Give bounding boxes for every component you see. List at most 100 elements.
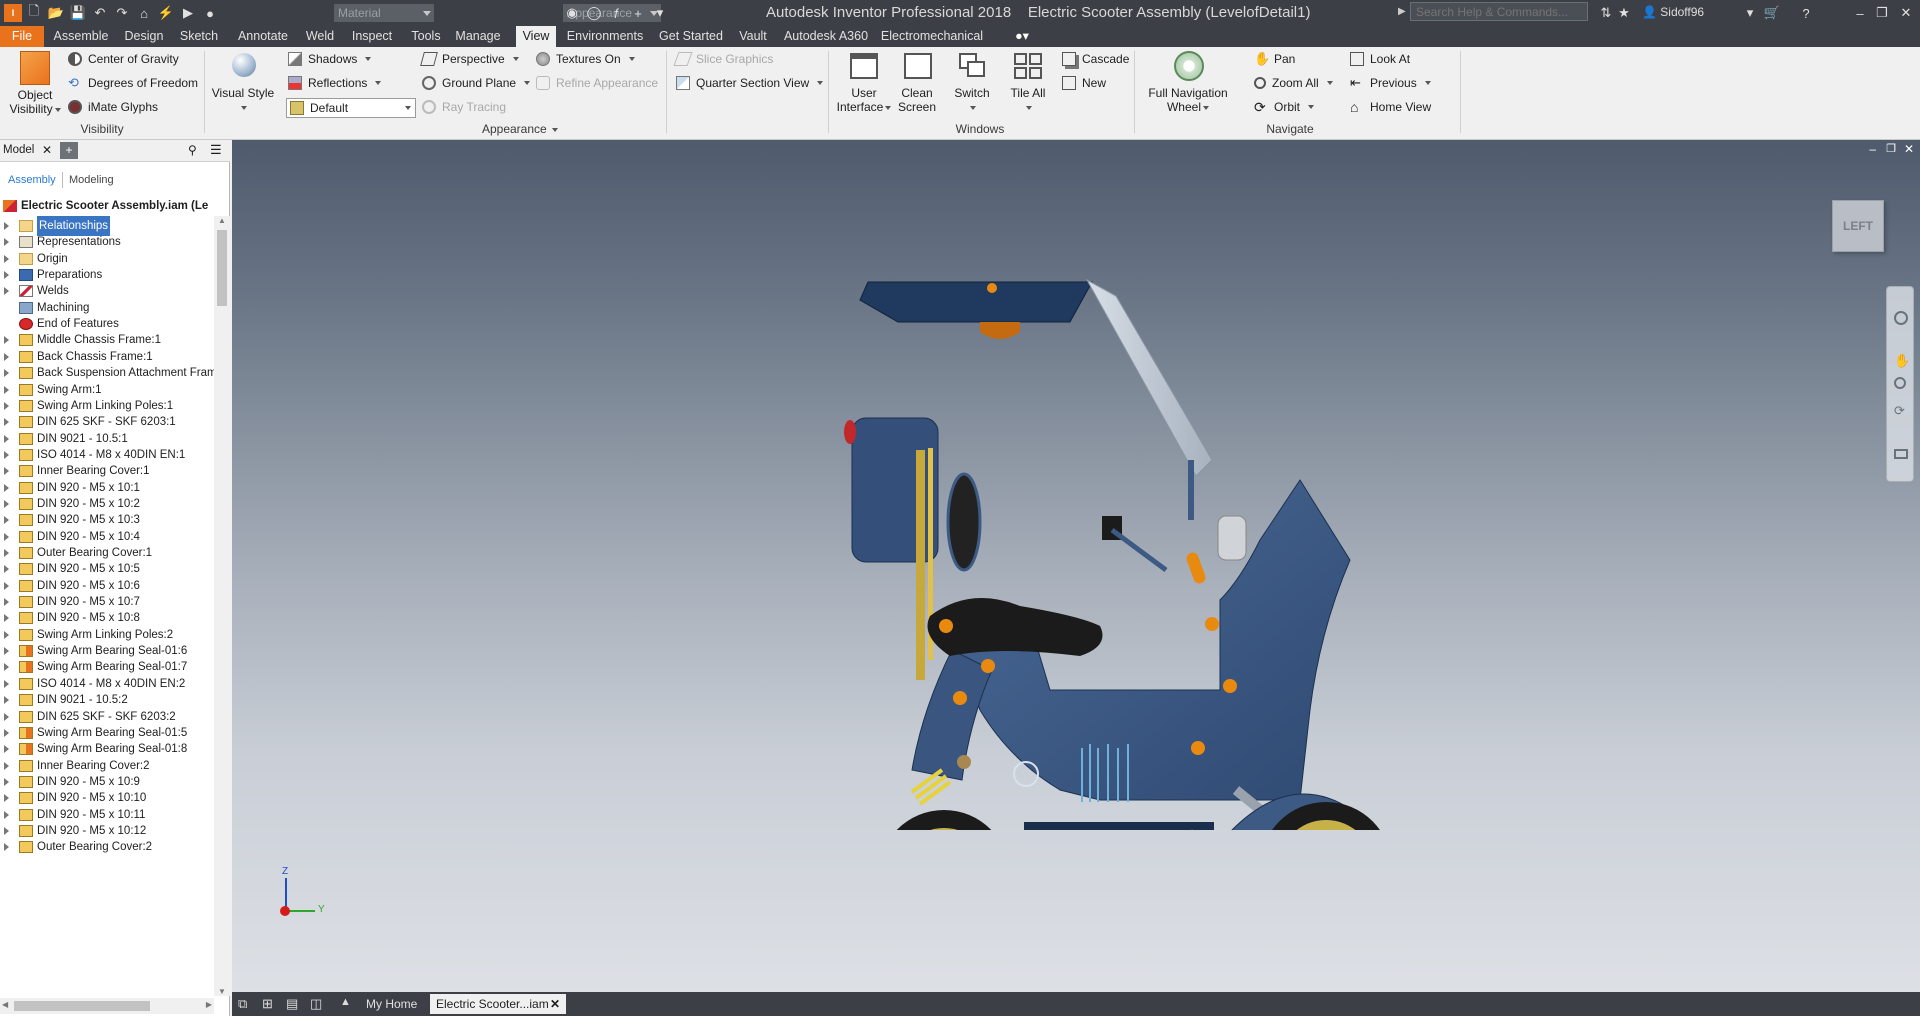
imate-glyphs-button[interactable]: iMate Glyphs (68, 100, 158, 114)
tab-sketch[interactable]: Sketch (174, 26, 224, 47)
visual-style-button[interactable]: Visual Style (210, 51, 276, 114)
tab-file[interactable]: File (0, 26, 44, 47)
arrange-horizontal-icon[interactable]: ▤ (286, 996, 298, 1012)
tree-item[interactable]: Outer Bearing Cover:2 (0, 837, 214, 857)
expand-chevron-icon[interactable] (4, 418, 9, 427)
home-icon[interactable]: ⌂ (134, 4, 154, 22)
favorites-star-icon[interactable]: ★ (1614, 4, 1634, 22)
tab-model[interactable]: Model (3, 144, 34, 156)
expand-chevron-icon[interactable] (4, 647, 9, 656)
tile-all-button[interactable]: Tile All (1002, 51, 1054, 114)
expand-chevron-icon[interactable] (4, 450, 9, 459)
material-dropdown[interactable]: Material (334, 4, 434, 22)
tree-root[interactable]: Electric Scooter Assembly.iam (Le (0, 196, 214, 216)
expand-chevron-icon[interactable] (4, 712, 9, 721)
expand-chevron-icon[interactable] (4, 254, 9, 263)
expand-chevron-icon[interactable] (4, 696, 9, 705)
tab-list-icon[interactable]: ▲ (340, 996, 351, 1008)
expand-chevron-icon[interactable] (4, 222, 9, 230)
expand-chevron-icon[interactable] (4, 271, 9, 280)
app-logo-icon[interactable]: I (4, 4, 22, 22)
viewcube[interactable]: LEFT (1832, 200, 1884, 252)
ray-tracing-button[interactable]: Ray Tracing (422, 100, 506, 114)
expand-chevron-icon[interactable] (4, 565, 9, 574)
store-cart-icon[interactable]: 🛒 (1762, 4, 1782, 22)
expand-chevron-icon[interactable] (4, 663, 9, 672)
navbar-orbit-icon[interactable]: ⟳ (1894, 403, 1905, 419)
tab-annotate[interactable]: Annotate (228, 26, 298, 47)
new-document-icon[interactable]: 🗋 (24, 3, 44, 22)
new-window-button[interactable]: New (1062, 76, 1106, 90)
scroll-right-icon[interactable]: ▶ (206, 1000, 212, 1009)
search-browser-icon[interactable]: ⚲ (188, 143, 197, 157)
navbar-zoom-icon[interactable] (1894, 377, 1906, 389)
orbit-button[interactable]: ⟳ Orbit (1254, 100, 1315, 114)
graphics-window[interactable]: – ❐ ✕ LEFT ✋ ⟳ Z Y (232, 140, 1920, 992)
expand-chevron-icon[interactable] (4, 826, 9, 835)
object-visibility-button[interactable]: Object Visibility (8, 51, 62, 116)
sign-in-icon[interactable]: ⇅ (1596, 4, 1616, 22)
tab-assemble[interactable]: Assemble (48, 26, 114, 47)
appearance-group-label[interactable]: Appearance (470, 122, 570, 136)
user-dropdown-icon[interactable]: ▾ (1740, 4, 1760, 22)
tile-windows-icon[interactable]: ⊞ (262, 996, 273, 1012)
user-interface-button[interactable]: User Interface (836, 51, 892, 114)
plus-icon[interactable]: + (628, 4, 648, 22)
expand-chevron-icon[interactable] (4, 483, 9, 492)
browser-menu-icon[interactable]: ☰ (210, 142, 222, 158)
redo-icon[interactable]: ↷ (112, 4, 132, 22)
expand-chevron-icon[interactable] (4, 336, 9, 345)
expand-chevron-icon[interactable] (4, 777, 9, 786)
close-browser-icon[interactable]: ✕ (42, 143, 52, 157)
zoom-all-button[interactable]: Zoom All (1254, 76, 1333, 90)
fx-icon[interactable]: f (606, 4, 626, 22)
select-icon[interactable]: ▶ (178, 4, 198, 22)
tab-electric-scooter-document[interactable]: Electric Scooter...iam ✕ (430, 994, 566, 1014)
close-icon[interactable]: ✕ (1896, 4, 1916, 22)
expand-chevron-icon[interactable] (4, 728, 9, 737)
tab-my-home[interactable]: My Home (360, 994, 423, 1014)
scroll-left-icon[interactable]: ◀ (2, 1000, 8, 1009)
browser-horizontal-scrollbar[interactable]: ◀ ▶ (0, 998, 214, 1014)
expand-chevron-icon[interactable] (4, 238, 9, 247)
center-of-gravity-button[interactable]: Center of Gravity (68, 52, 179, 66)
tab-get-started[interactable]: Get Started (654, 26, 728, 47)
minimize-icon[interactable]: – (1850, 4, 1870, 22)
full-navigation-wheel-button[interactable]: Full Navigation Wheel (1140, 51, 1236, 114)
perspective-button[interactable]: Perspective (420, 52, 519, 66)
viewport-minimize-icon[interactable]: – (1869, 142, 1876, 156)
ground-plane-button[interactable]: Ground Plane (422, 76, 531, 90)
scroll-up-icon[interactable]: ▲ (218, 216, 226, 225)
adjust-icon[interactable]: ◯ (584, 4, 604, 22)
expand-chevron-icon[interactable] (4, 630, 9, 639)
update-icon[interactable]: ⚡ (156, 4, 176, 22)
arrange-vertical-icon[interactable]: ◫ (310, 996, 322, 1012)
expand-chevron-icon[interactable] (4, 581, 9, 590)
expand-chevron-icon[interactable] (4, 434, 9, 443)
tab-design[interactable]: Design (118, 26, 170, 47)
tab-autodesk-a360[interactable]: Autodesk A360 (778, 26, 874, 47)
tab-environments[interactable]: Environments (562, 26, 648, 47)
subtab-modeling[interactable]: Modeling (69, 174, 114, 186)
textures-on-button[interactable]: Textures On (536, 52, 635, 66)
open-icon[interactable]: 📂 (46, 4, 66, 22)
lighting-style-select[interactable]: Default (286, 98, 416, 118)
expand-chevron-icon[interactable] (4, 598, 9, 607)
color-override-icon[interactable]: ● (200, 4, 220, 22)
clean-screen-button[interactable]: Clean Screen (896, 51, 938, 114)
expand-chevron-icon[interactable] (4, 369, 9, 378)
degrees-of-freedom-button[interactable]: ⟲ Degrees of Freedom (68, 76, 198, 91)
clear-appearance-icon[interactable]: ◉ (562, 4, 582, 22)
save-icon[interactable]: 💾 (68, 4, 88, 22)
expand-chevron-icon[interactable] (4, 532, 9, 541)
pan-button[interactable]: ✋ Pan (1254, 52, 1295, 67)
expand-chevron-icon[interactable] (4, 761, 9, 770)
navbar-pan-icon[interactable]: ✋ (1894, 353, 1910, 369)
scooter-3d-model[interactable] (752, 270, 1652, 830)
expand-chevron-icon[interactable] (4, 499, 9, 508)
tab-view[interactable]: View (516, 26, 556, 47)
navbar-steering-wheel-icon[interactable] (1894, 311, 1908, 325)
tab-inspect[interactable]: Inspect (342, 26, 402, 47)
restore-icon[interactable]: ❐ (1872, 4, 1892, 22)
expand-chevron-icon[interactable] (4, 516, 9, 525)
